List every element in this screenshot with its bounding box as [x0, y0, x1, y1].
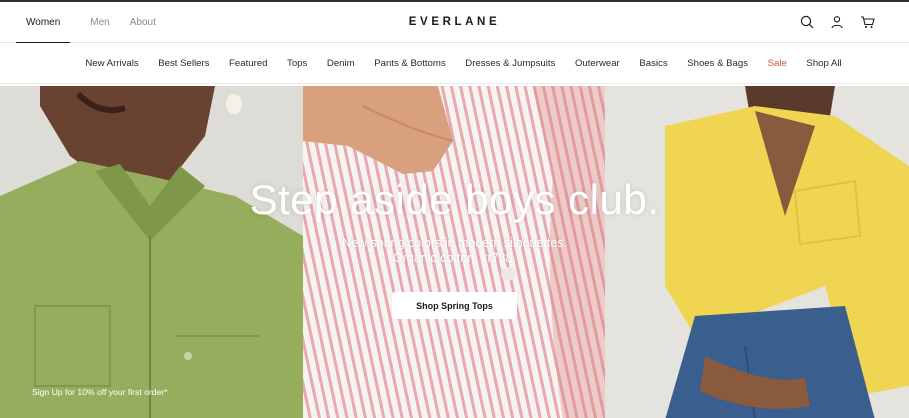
search-icon[interactable] [799, 14, 815, 30]
nav-new-arrivals[interactable]: New Arrivals [85, 58, 138, 69]
hero-headline: Step aside boys club. [249, 176, 660, 223]
category-nav: New Arrivals Best Sellers Featured Tops … [0, 43, 909, 84]
tab-women[interactable]: Women [16, 2, 71, 43]
signup-offer-link[interactable]: Sign Up for 10% off your first order* [32, 387, 168, 397]
cart-icon[interactable] [859, 14, 875, 30]
hero-subline-2: Organic cotton, kr738. [393, 251, 516, 265]
utility-icons [799, 2, 875, 42]
nav-shoes-bags[interactable]: Shoes & Bags [687, 58, 748, 69]
gender-tabs: Women Men About [0, 2, 176, 43]
nav-outerwear[interactable]: Outerwear [575, 58, 620, 69]
top-bar: Women Men About EVERLANE [0, 2, 909, 43]
nav-sale[interactable]: Sale [768, 58, 787, 69]
tab-men[interactable]: Men [90, 2, 109, 42]
nav-pants-bottoms[interactable]: Pants & Bottoms [374, 58, 445, 69]
nav-basics[interactable]: Basics [639, 58, 667, 69]
nav-shop-all[interactable]: Shop All [806, 58, 841, 69]
account-icon[interactable] [829, 14, 845, 30]
nav-denim[interactable]: Denim [327, 58, 355, 69]
hero-banner: Step aside boys club. New spring colors … [0, 86, 909, 418]
nav-featured[interactable]: Featured [229, 58, 267, 69]
brand-logo[interactable]: EVERLANE [409, 16, 500, 28]
shop-spring-tops-button[interactable]: Shop Spring Tops [392, 292, 517, 319]
nav-tops[interactable]: Tops [287, 58, 307, 69]
page: Women Men About EVERLANE New Arrivals Be… [0, 0, 909, 418]
nav-dresses-jumpsuits[interactable]: Dresses & Jumpsuits [465, 58, 555, 69]
hero-subline-1: New spring colors in modern silhouettes. [341, 236, 568, 250]
nav-best-sellers[interactable]: Best Sellers [158, 58, 209, 69]
tab-about[interactable]: About [130, 2, 156, 42]
